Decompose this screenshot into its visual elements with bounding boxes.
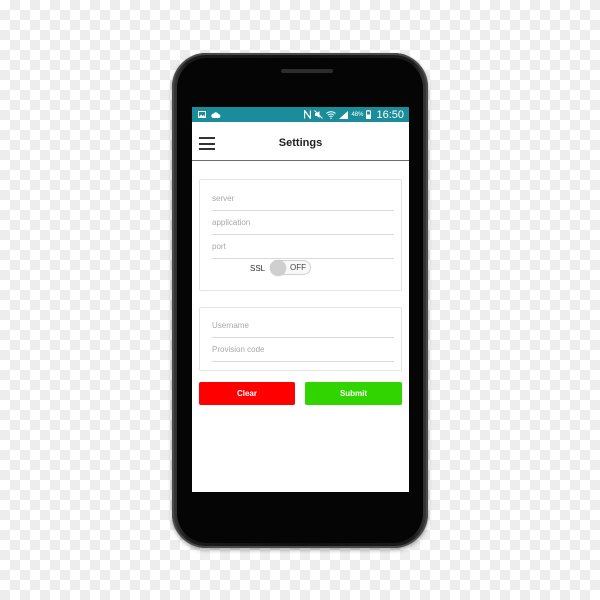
nfc-icon: [304, 110, 312, 119]
server-input[interactable]: [212, 187, 394, 211]
battery-icon: [366, 110, 372, 119]
image-icon: [198, 111, 206, 118]
page-title: Settings: [278, 137, 323, 149]
submit-button[interactable]: Submit: [305, 382, 402, 405]
server-settings-card: SSL OFF: [199, 179, 402, 291]
signal-icon: [339, 110, 349, 119]
ssl-toggle[interactable]: OFF: [270, 260, 311, 276]
ssl-label: SSL: [250, 264, 266, 273]
mute-icon: [314, 110, 324, 119]
cloud-icon: [211, 111, 221, 118]
status-bar: 48% 16:50: [192, 107, 409, 122]
username-input[interactable]: [212, 314, 394, 338]
wifi-icon: [326, 110, 337, 119]
earpiece-speaker: [281, 69, 333, 73]
application-input[interactable]: [212, 211, 394, 235]
clear-button[interactable]: Clear: [199, 382, 295, 405]
ssl-toggle-state: OFF: [290, 263, 306, 272]
provision-code-input[interactable]: [212, 338, 394, 362]
ssl-toggle-knob: [270, 260, 286, 276]
port-input[interactable]: [212, 235, 394, 259]
battery-percentage: 48%: [351, 111, 364, 118]
app-bar: Settings: [192, 122, 409, 161]
credentials-card: [199, 307, 402, 371]
phone-screen: 48% 16:50 Settings SSL OFF Clear Submit: [192, 107, 409, 492]
status-time: 16:50: [376, 108, 404, 121]
